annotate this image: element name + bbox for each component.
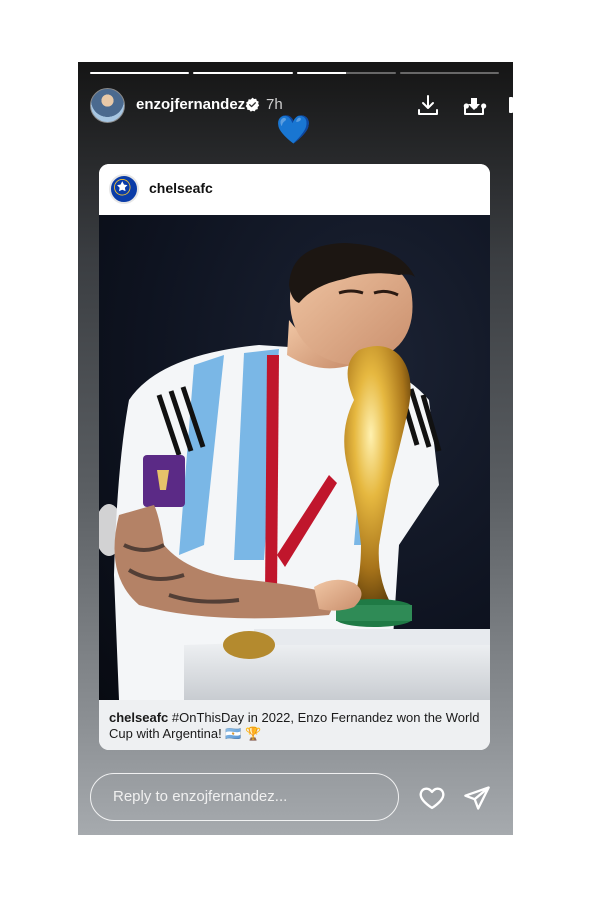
shared-post-caption: chelseafc #OnThisDay in 2022, Enzo Ferna… [99, 700, 490, 750]
story-viewer[interactable]: enzojfernandez 7h 💙 chelseafc chelseafc … [78, 62, 513, 835]
progress-segment-1 [90, 72, 190, 74]
caption-username[interactable]: chelseafc [109, 710, 168, 725]
shared-post-header: chelseafc [99, 164, 490, 215]
progress-segment-3 [296, 72, 396, 74]
story-progress-bar [90, 72, 499, 75]
player-photo [99, 215, 490, 700]
more-icon[interactable] [462, 93, 488, 119]
post-time: 7h [266, 96, 283, 113]
pause-icon[interactable] [503, 93, 513, 117]
avatar[interactable] [90, 88, 125, 123]
verified-badge-icon [245, 97, 260, 112]
shared-post-account[interactable]: chelseafc [149, 180, 213, 196]
send-icon[interactable] [463, 784, 491, 812]
reaction-emoji: 💙 [276, 114, 311, 145]
chelsea-logo-icon[interactable] [109, 174, 139, 204]
shared-post-card[interactable]: chelseafc chelseafc #OnThisDay in 2022, … [99, 164, 490, 750]
download-icon[interactable] [416, 93, 440, 117]
progress-segment-4 [399, 72, 499, 74]
player-kissing-trophy-image [99, 243, 490, 700]
heart-icon[interactable] [418, 784, 446, 812]
progress-segment-2 [193, 72, 293, 74]
reply-field-container[interactable] [90, 773, 399, 821]
username[interactable]: enzojfernandez [136, 96, 245, 113]
reply-input[interactable] [113, 788, 383, 805]
